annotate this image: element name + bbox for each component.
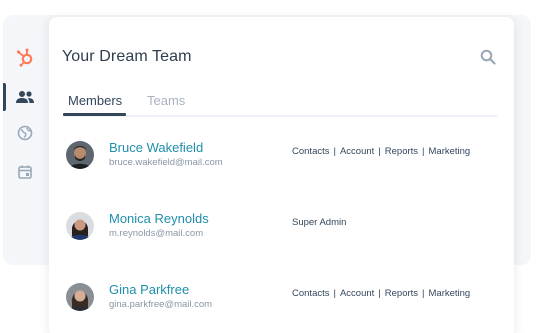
role-label: Reports xyxy=(384,146,419,157)
tab-teams[interactable]: Teams xyxy=(147,93,185,108)
search-button[interactable] xyxy=(480,49,496,65)
member-row[interactable]: Gina Parkfree gina.parkfree@mail.com Con… xyxy=(66,282,496,323)
member-name[interactable]: Monica Reynolds xyxy=(109,211,209,226)
member-roles: Super Admin xyxy=(292,217,346,228)
rail-item-globe[interactable] xyxy=(3,119,47,147)
page-title: Your Dream Team xyxy=(62,48,192,65)
left-rail xyxy=(3,15,47,265)
member-row[interactable]: Bruce Wakefield bruce.wakefield@mail.com… xyxy=(66,140,496,181)
role-label: Account xyxy=(339,146,375,157)
member-email: gina.parkfree@mail.com xyxy=(109,299,213,310)
member-email: m.reynolds@mail.com xyxy=(109,228,204,239)
member-name[interactable]: Bruce Wakefield xyxy=(109,140,203,155)
globe-icon xyxy=(17,125,33,141)
role-label: Contacts xyxy=(292,288,330,299)
rail-item-members[interactable] xyxy=(3,83,47,111)
role-label: Reports xyxy=(384,288,419,299)
role-label: Super Admin xyxy=(292,217,347,228)
role-label: Account xyxy=(339,288,375,299)
rail-item-home[interactable] xyxy=(3,43,47,71)
member-row[interactable]: Monica Reynolds m.reynolds@mail.com Supe… xyxy=(66,211,496,252)
member-roles: Contacts | Account | Reports | Marketing xyxy=(292,146,471,157)
active-tab-indicator xyxy=(63,113,126,116)
role-label: Marketing xyxy=(428,146,471,157)
avatar xyxy=(66,212,94,240)
avatar xyxy=(66,141,94,169)
search-icon xyxy=(480,49,496,65)
member-roles: Contacts | Account | Reports | Marketing xyxy=(292,288,471,299)
tab-bar: Members Teams xyxy=(63,93,497,117)
avatar xyxy=(66,283,94,311)
rail-item-calendar[interactable] xyxy=(3,158,47,186)
team-card: Your Dream Team Members Teams Bruce Wake… xyxy=(49,17,514,333)
people-icon xyxy=(16,91,34,103)
app-stage: Your Dream Team Members Teams Bruce Wake… xyxy=(0,0,536,333)
role-label: Contacts xyxy=(292,146,330,157)
calendar-icon xyxy=(18,165,32,179)
hubspot-logo-icon xyxy=(16,48,33,67)
member-email: bruce.wakefield@mail.com xyxy=(109,157,223,168)
member-name[interactable]: Gina Parkfree xyxy=(109,282,189,297)
role-label: Marketing xyxy=(428,288,471,299)
tab-members[interactable]: Members xyxy=(68,93,122,108)
